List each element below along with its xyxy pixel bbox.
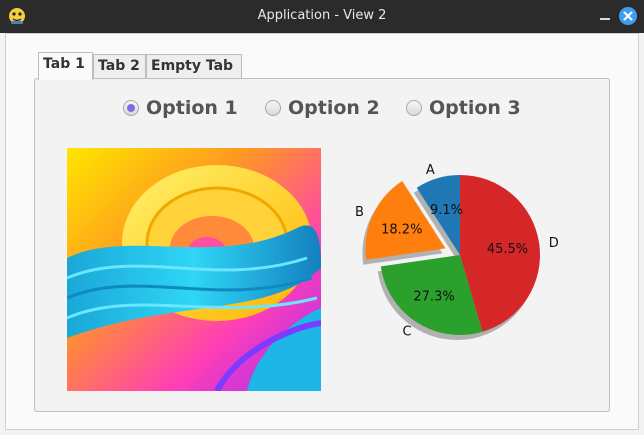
minimize-icon[interactable] xyxy=(598,9,612,23)
pie-category-label-c: C xyxy=(402,324,411,339)
close-icon[interactable] xyxy=(619,7,637,25)
radio-option-2-label: Option 2 xyxy=(288,97,380,119)
window-title: Application - View 2 xyxy=(257,8,387,23)
pie-category-label-a: A xyxy=(426,163,435,178)
radio-option-1-label: Option 1 xyxy=(146,97,238,119)
tab-empty[interactable]: Empty Tab xyxy=(146,54,242,78)
title-bar[interactable]: Application - View 2 xyxy=(0,0,644,33)
pie-category-label-d: D xyxy=(549,236,559,251)
abstract-swirl-image xyxy=(67,148,321,391)
radio-unchecked-icon[interactable] xyxy=(265,100,281,116)
radio-option-2[interactable]: Option 2 xyxy=(265,95,380,121)
pie-chart: 9.1% A 18.2% B 27.3% C 45.5% D xyxy=(355,163,559,340)
pie-pct-label-a: 9.1% xyxy=(430,203,463,218)
tab-2[interactable]: Tab 2 xyxy=(93,54,146,78)
radio-option-1[interactable]: Option 1 xyxy=(123,95,238,121)
radio-unchecked-icon[interactable] xyxy=(406,100,422,116)
radio-option-3[interactable]: Option 3 xyxy=(406,95,521,121)
application-window: Application - View 2 Tab 1 Tab 2 Empty T… xyxy=(0,0,644,435)
pie-pct-label-d: 45.5% xyxy=(487,242,528,257)
pie-pct-label-b: 18.2% xyxy=(381,222,422,237)
pie-category-label-b: B xyxy=(355,205,364,220)
pie-pct-label-c: 27.3% xyxy=(413,289,454,304)
radio-checked-icon[interactable] xyxy=(123,100,139,116)
radio-option-3-label: Option 3 xyxy=(429,97,521,119)
tab-1[interactable]: Tab 1 xyxy=(38,52,93,80)
